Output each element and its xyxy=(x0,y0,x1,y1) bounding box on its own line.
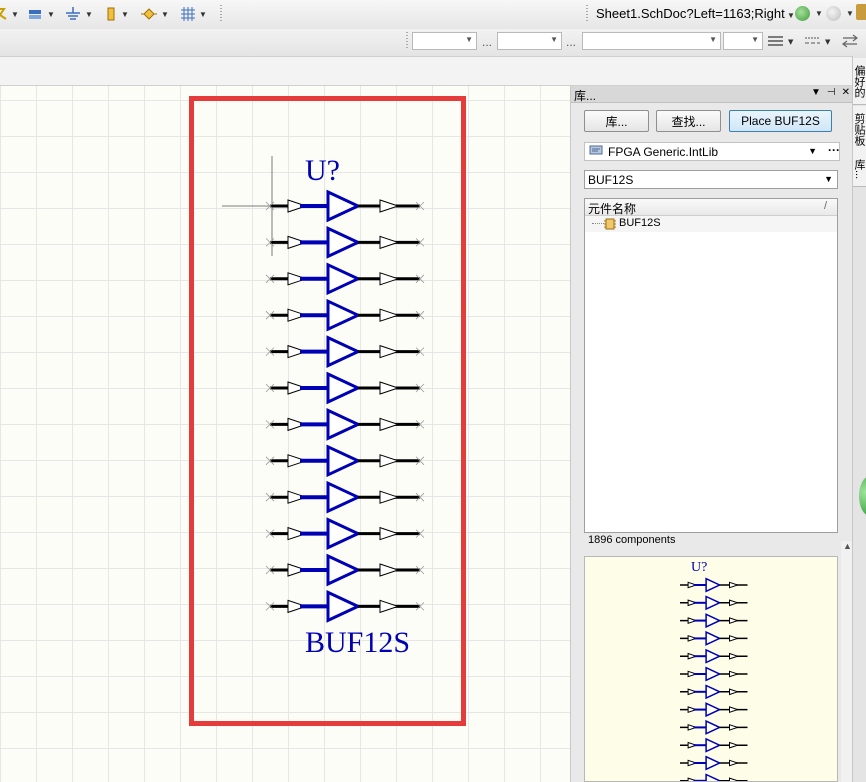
scroll-up-icon[interactable]: ▲ xyxy=(843,541,852,551)
buffer-gate xyxy=(680,773,748,781)
filter-value: BUF12S xyxy=(588,173,634,187)
buffer-gate xyxy=(265,590,425,623)
component-count: 1896 components xyxy=(588,534,676,546)
svg-text:▼: ▼ xyxy=(788,38,794,46)
buffer-gate xyxy=(680,648,748,664)
buffer-gate xyxy=(680,666,748,682)
right-sidebar: 偏好的 剪贴板 库... xyxy=(852,56,866,782)
filter-field[interactable]: BUF12S ▼ xyxy=(584,170,838,189)
forward-dropdown-icon[interactable]: ▼ xyxy=(846,9,854,18)
symbol-preview: U? xyxy=(584,556,838,782)
buffer-gate xyxy=(680,719,748,735)
preview-symbol: U? xyxy=(680,560,748,781)
document-address[interactable]: Sheet1.SchDoc?Left=1163;Right ▼ xyxy=(596,6,795,21)
line-style-icon[interactable]: ▼ xyxy=(767,34,797,51)
search-button[interactable]: 查找... xyxy=(656,110,721,132)
libraries-button[interactable]: 库... xyxy=(584,110,649,132)
sort-indicator: / xyxy=(823,200,827,212)
panel-header: 库... ▼ ⊣ ✕ xyxy=(571,86,853,103)
component-icon xyxy=(604,218,616,233)
pin-icon[interactable]: ⊣ xyxy=(827,87,836,98)
ground-icon[interactable]: ▼ xyxy=(64,6,93,22)
main-toolbar: ▼ ▼ ▼ ▼ ▼ ▼ Sheet1.SchDoc?Left=1163;Righ… xyxy=(0,0,866,30)
list-header[interactable]: 元件名称 / xyxy=(585,199,837,216)
back-dropdown-icon[interactable]: ▼ xyxy=(815,9,823,18)
power-port-icon[interactable]: ▼ xyxy=(104,6,129,22)
buffer-gate xyxy=(680,755,748,771)
part-name-label: BUF12S xyxy=(305,626,410,659)
library-icon xyxy=(589,144,603,159)
buffer-gate xyxy=(680,702,748,718)
buffer-gate xyxy=(680,630,748,646)
column-header-name[interactable]: 元件名称 xyxy=(588,200,636,217)
buffer-gate xyxy=(680,595,748,611)
buffer-gate xyxy=(680,684,748,700)
panel-menu-icon[interactable]: ▼ xyxy=(811,87,821,98)
port-icon[interactable]: ▼ xyxy=(28,6,55,22)
panel-title: 库... xyxy=(574,89,597,103)
library-more-button[interactable]: ··· xyxy=(828,143,840,157)
toolbar-separator xyxy=(586,5,588,23)
ellipsis-icon[interactable]: ... xyxy=(482,35,492,49)
tree-line xyxy=(592,223,604,224)
place-button[interactable]: Place BUF12S xyxy=(729,110,832,132)
sidebar-tab-favorites[interactable]: 偏好的 xyxy=(853,58,866,105)
buffer-gate xyxy=(265,371,425,405)
buffer-gate xyxy=(680,613,748,629)
buffer-gate xyxy=(265,335,425,368)
buffer-gate xyxy=(265,262,425,296)
size-combo[interactable]: ▼ xyxy=(497,32,562,50)
toolbar-separator xyxy=(406,32,408,50)
close-icon[interactable]: ✕ xyxy=(842,87,850,98)
buffer-gate xyxy=(265,444,425,478)
bus-entry-icon[interactable]: ▼ xyxy=(0,6,19,22)
dash-style-icon[interactable]: ▼ xyxy=(804,34,834,51)
buffer-gate xyxy=(265,298,425,332)
buffer-gate xyxy=(680,737,748,753)
component-symbol[interactable]: U? BUF12S xyxy=(0,86,570,782)
list-item-name: BUF12S xyxy=(619,217,661,229)
document-tab-strip xyxy=(0,57,866,86)
schematic-canvas[interactable]: U? BUF12S xyxy=(0,86,570,782)
component-list[interactable]: 元件名称 / BUF12S xyxy=(584,198,838,533)
back-arrow-icon[interactable] xyxy=(795,6,810,21)
toolbar-separator xyxy=(220,5,222,23)
buffer-gate xyxy=(680,577,748,593)
buffer-gate xyxy=(265,189,425,223)
chevron-down-icon[interactable]: ▼ xyxy=(808,146,817,156)
ellipsis-icon[interactable]: ... xyxy=(566,35,576,49)
style-combo[interactable]: ▼ xyxy=(582,32,721,50)
svg-text:▼: ▼ xyxy=(825,38,831,46)
junction-icon[interactable]: ▼ xyxy=(140,6,169,22)
designator-label: U? xyxy=(305,154,340,187)
sidebar-tab-libraries[interactable]: 库... xyxy=(853,152,866,187)
library-name: FPGA Generic.IntLib xyxy=(608,144,719,159)
preview-designator: U? xyxy=(691,560,707,575)
width-combo[interactable]: ▼ xyxy=(723,32,763,50)
buffer-gate xyxy=(265,226,425,259)
buffer-gate xyxy=(265,480,425,514)
align-icon[interactable] xyxy=(842,34,858,51)
chevron-down-icon[interactable]: ▼ xyxy=(824,174,833,184)
address-text: Sheet1.SchDoc?Left=1163;Right xyxy=(596,6,785,21)
libraries-panel: 库... ▼ ⊣ ✕ 库... 查找... Place BUF12S FPGA … xyxy=(570,86,853,782)
buffer-gate xyxy=(265,408,425,441)
grid-icon[interactable]: ▼ xyxy=(180,6,207,22)
font-combo[interactable]: ▼ xyxy=(412,32,477,50)
buffer-gate xyxy=(265,517,425,550)
library-select[interactable]: FPGA Generic.IntLib ▼ ··· xyxy=(584,142,840,161)
forward-arrow-icon[interactable] xyxy=(826,6,841,21)
list-item[interactable]: BUF12S xyxy=(585,216,837,232)
folder-icon[interactable] xyxy=(856,4,866,20)
buffer-gate xyxy=(265,553,425,587)
sidebar-tab-clipboard[interactable]: 剪贴板 xyxy=(853,106,866,153)
